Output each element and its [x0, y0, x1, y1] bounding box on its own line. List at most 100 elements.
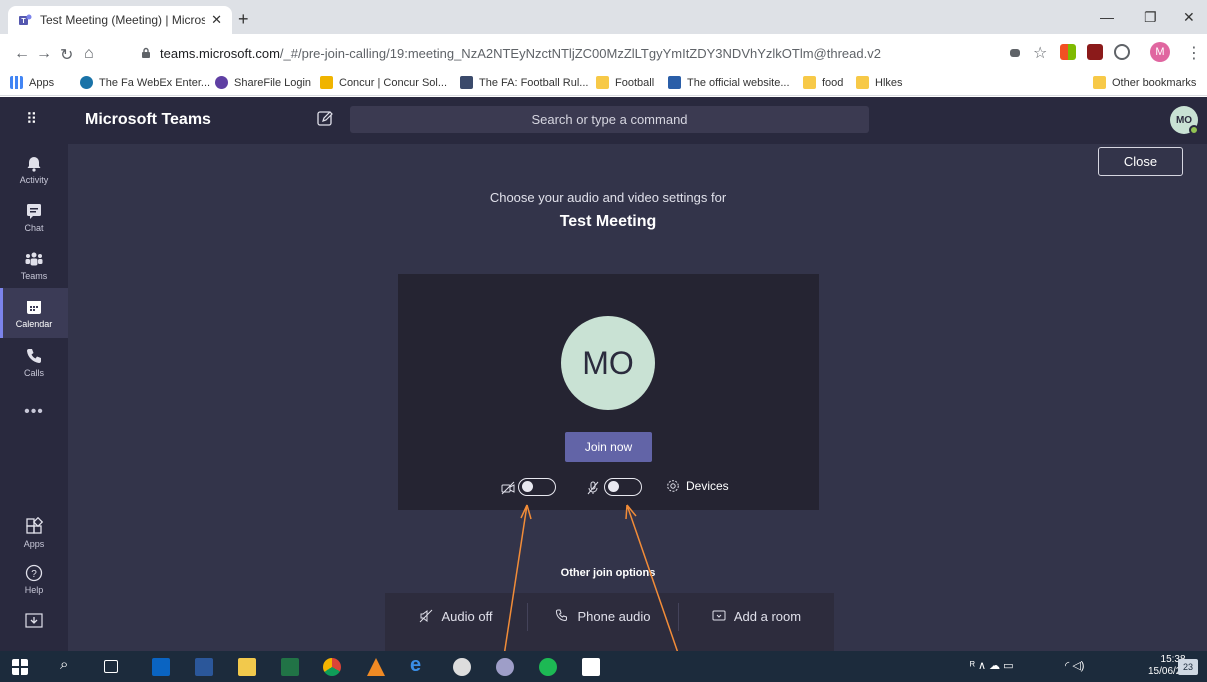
- bookmark-football[interactable]: Football: [596, 76, 654, 89]
- word-icon[interactable]: [195, 658, 213, 676]
- rail-item-help[interactable]: ? Help: [0, 554, 68, 604]
- chrome-icon[interactable]: [323, 658, 341, 676]
- camera-indicator-icon[interactable]: [1010, 49, 1020, 57]
- restore-icon[interactable]: ❐: [1144, 9, 1157, 26]
- windows-start-icon[interactable]: [12, 659, 28, 675]
- app-title: Microsoft Teams: [85, 111, 211, 128]
- join-now-button[interactable]: Join now: [565, 432, 652, 462]
- speaker-off-icon: [420, 609, 433, 623]
- devices-button[interactable]: Devices: [666, 479, 729, 493]
- bookmark-hikes[interactable]: Hlkes: [856, 76, 903, 89]
- teams-app: ⠿ Microsoft Teams Search or type a comma…: [0, 97, 1207, 651]
- app-icon[interactable]: [453, 658, 471, 676]
- rail-item-activity[interactable]: Activity: [0, 144, 68, 194]
- url-host: teams.microsoft.com: [160, 45, 280, 61]
- preview-avatar: MO: [561, 316, 655, 410]
- settings-prompt: Choose your audio and video settings for: [489, 190, 727, 205]
- bookmark-official-website[interactable]: The official website...: [668, 76, 790, 89]
- bookmark-sharefile[interactable]: ShareFile Login: [215, 76, 311, 89]
- video-preview: MO Join now Devices: [398, 274, 819, 510]
- volume-icon[interactable]: ◜ ◁): [1065, 659, 1105, 677]
- apps-icon: [26, 517, 44, 534]
- bookmark-concur[interactable]: Concur | Concur Sol...: [320, 76, 447, 89]
- edge-icon[interactable]: e: [410, 654, 428, 676]
- outlook-icon[interactable]: [152, 658, 170, 676]
- teams-icon: [25, 252, 43, 266]
- folder-icon: [803, 76, 816, 89]
- website-icon: [668, 76, 681, 89]
- search-input[interactable]: Search or type a command: [350, 106, 869, 133]
- camera-off-icon: [501, 481, 515, 495]
- spotify-icon[interactable]: [539, 658, 557, 676]
- add-room-option[interactable]: Add a room: [679, 593, 834, 639]
- minimize-icon[interactable]: —: [1100, 9, 1114, 25]
- mic-off-icon: [587, 481, 599, 495]
- gear-icon: [667, 480, 679, 492]
- audio-off-option[interactable]: Audio off: [385, 593, 527, 639]
- rail-item-teams[interactable]: Teams: [0, 240, 68, 290]
- folder-icon: [856, 76, 869, 89]
- task-view-icon[interactable]: [104, 660, 118, 673]
- star-icon[interactable]: ☆: [1033, 43, 1047, 63]
- home-icon[interactable]: ⌂: [84, 45, 94, 63]
- back-icon[interactable]: ←: [14, 45, 30, 63]
- vlc-icon[interactable]: [367, 658, 385, 676]
- app-launcher-icon[interactable]: ⠿: [26, 110, 38, 128]
- browser-tab[interactable]: T Test Meeting (Meeting) | Microso ✕: [8, 6, 232, 34]
- bookmark-apps[interactable]: Apps: [10, 76, 54, 89]
- teams-top-bar: ⠿ Microsoft Teams Search or type a comma…: [0, 97, 1207, 144]
- forward-icon[interactable]: →: [36, 45, 52, 63]
- close-button[interactable]: Close: [1098, 147, 1183, 176]
- search-icon[interactable]: ⌕: [60, 656, 78, 674]
- window-close-icon[interactable]: ✕: [1183, 9, 1195, 26]
- camera-toggle[interactable]: [518, 478, 556, 496]
- lock-icon: [142, 47, 150, 58]
- teams-favicon-icon: T: [19, 14, 32, 25]
- presence-available-icon: [1189, 125, 1199, 135]
- bookmark-webex[interactable]: The Fa WebEx Enter...: [80, 76, 210, 89]
- rail-item-calendar[interactable]: Calendar: [0, 288, 68, 338]
- new-chat-icon[interactable]: [316, 110, 334, 128]
- windows-taskbar: ⌕ e ᴿ ∧ ☁ ▭ ◜ ◁) 15:38 15/06/2020 23: [0, 651, 1207, 682]
- more-apps-icon[interactable]: •••: [0, 387, 68, 437]
- user-avatar[interactable]: MO: [1170, 106, 1199, 135]
- excel-icon[interactable]: [281, 658, 299, 676]
- bookmarks-bar: Apps The Fa WebEx Enter... ShareFile Log…: [0, 72, 1207, 96]
- meeting-title: Test Meeting: [559, 213, 657, 230]
- cast-icon: [712, 610, 726, 621]
- svg-text:T: T: [21, 18, 26, 25]
- rail-item-apps[interactable]: Apps: [0, 508, 68, 558]
- tab-title: Test Meeting (Meeting) | Microso: [40, 13, 206, 27]
- browser-menu-icon[interactable]: ⋮: [1186, 43, 1202, 63]
- other-bookmarks[interactable]: Other bookmarks: [1093, 76, 1196, 89]
- download-app-icon[interactable]: [0, 602, 68, 642]
- paint-icon[interactable]: [496, 658, 514, 676]
- browser-tab-strip: T Test Meeting (Meeting) | Microso ✕ + —…: [0, 0, 1207, 34]
- mic-toggle[interactable]: [604, 478, 642, 496]
- phone-icon: [27, 349, 41, 363]
- office-extension-icon[interactable]: [1060, 44, 1076, 60]
- sharefile-icon: [215, 76, 228, 89]
- phone-audio-option[interactable]: Phone audio: [528, 593, 678, 639]
- tray-icons[interactable]: ᴿ ∧ ☁ ▭: [970, 659, 1030, 677]
- file-explorer-icon[interactable]: [238, 658, 256, 676]
- reload-icon[interactable]: ↻: [60, 45, 73, 65]
- photos-icon[interactable]: [582, 658, 600, 676]
- acrobat-extension-icon[interactable]: [1087, 44, 1103, 60]
- folder-icon: [596, 76, 609, 89]
- bell-icon: [27, 157, 41, 172]
- apps-grid-icon: [10, 76, 23, 89]
- bookmark-food[interactable]: food: [803, 76, 843, 89]
- new-tab-icon[interactable]: +: [238, 9, 249, 30]
- extension-circle-icon[interactable]: [1114, 44, 1130, 60]
- bookmark-fa-rules[interactable]: The FA: Football Rul...: [460, 76, 588, 89]
- other-join-options: Audio off Phone audio Add a room: [385, 593, 834, 651]
- tab-close-icon[interactable]: ✕: [211, 12, 222, 28]
- profile-avatar[interactable]: M: [1150, 42, 1170, 62]
- notifications-icon[interactable]: 23: [1178, 659, 1198, 675]
- toggle-knob: [608, 481, 619, 492]
- rail-item-calls[interactable]: Calls: [0, 337, 68, 387]
- toggle-knob: [522, 481, 533, 492]
- other-join-options-label: Other join options: [560, 567, 656, 579]
- url-field[interactable]: teams.microsoft.com/_#/pre-join-calling/…: [126, 40, 1016, 66]
